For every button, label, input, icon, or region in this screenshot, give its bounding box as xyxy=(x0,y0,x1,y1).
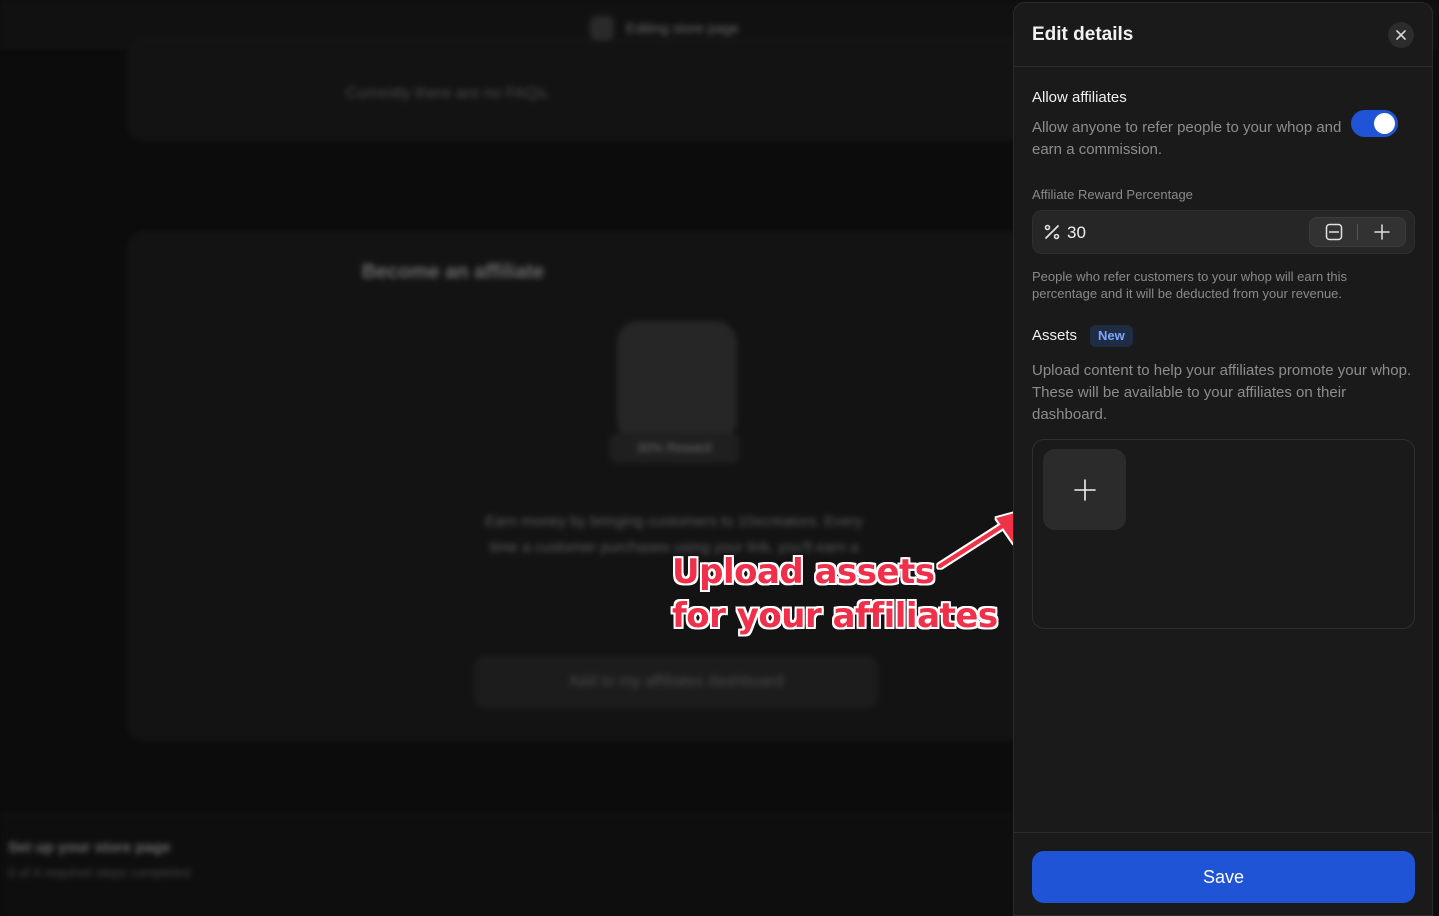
panel-title: Edit details xyxy=(1032,24,1134,45)
reward-stepper xyxy=(1309,217,1406,247)
faq-empty-text: Currently there are no FAQs. xyxy=(345,85,551,102)
save-button[interactable]: Save xyxy=(1032,851,1415,903)
panel-header: Edit details xyxy=(1014,3,1432,67)
close-button[interactable] xyxy=(1388,22,1414,48)
plus-icon xyxy=(1073,478,1096,501)
panel-footer: Save xyxy=(1014,832,1432,915)
setup-progress: 0 of 4 required steps completed xyxy=(8,865,191,880)
reward-badge: 30% Reward xyxy=(609,433,739,463)
minus-box-icon xyxy=(1325,223,1342,241)
assets-upload-area xyxy=(1032,439,1415,629)
annotation-line-2: for your affiliates xyxy=(672,596,998,636)
top-bar-title: Editing store page xyxy=(626,20,739,36)
close-icon xyxy=(1396,30,1406,40)
allow-affiliates-toggle[interactable] xyxy=(1351,110,1398,137)
assets-label: Assets xyxy=(1032,327,1078,344)
decrement-button[interactable] xyxy=(1310,218,1357,246)
annotation-callout: Upload assets for your affiliates xyxy=(672,550,998,638)
increment-button[interactable] xyxy=(1358,218,1405,246)
affiliate-card: Become an affiliate 30% Reward Earn mone… xyxy=(128,232,1028,740)
store-icon xyxy=(590,16,614,40)
assets-description: Upload content to help your affiliates p… xyxy=(1032,362,1412,423)
plus-icon xyxy=(1373,224,1390,240)
edit-details-panel: Edit details Allow affiliates Allow anyo… xyxy=(1013,2,1433,916)
reward-percentage-label: Affiliate Reward Percentage xyxy=(1032,187,1193,202)
affiliate-image-placeholder xyxy=(617,321,737,441)
reward-percentage-input[interactable] xyxy=(1067,219,1267,247)
affiliate-heading: Become an affiliate xyxy=(361,261,545,283)
new-badge: New xyxy=(1090,325,1133,347)
faq-card: Currently there are no FAQs. xyxy=(128,40,1028,140)
reward-helper-text: People who refer customers to your whop … xyxy=(1032,269,1348,301)
allow-affiliates-label: Allow affiliates xyxy=(1032,89,1127,106)
annotation-line-1: Upload assets xyxy=(672,552,935,592)
allow-affiliates-description: Allow anyone to refer people to your who… xyxy=(1032,119,1342,158)
toggle-knob xyxy=(1374,113,1395,134)
add-to-affiliates-button[interactable]: Add to my affiliates dashboard xyxy=(475,657,877,707)
reward-percentage-field xyxy=(1032,210,1415,254)
setup-title: Set up your store page xyxy=(8,839,171,856)
upload-asset-button[interactable] xyxy=(1043,449,1126,530)
percent-icon xyxy=(1044,224,1060,240)
